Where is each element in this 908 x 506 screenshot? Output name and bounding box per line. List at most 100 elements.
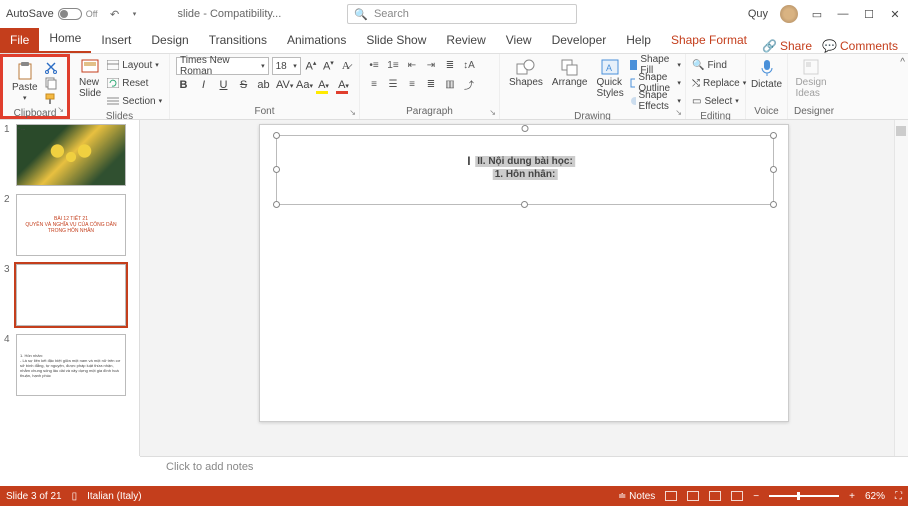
textbox-selection[interactable]: II. Nội dung bài học: 1. Hôn nhân: <box>276 135 774 205</box>
comments-button[interactable]: 💬Comments <box>822 39 898 53</box>
indent-inc-icon[interactable]: ⇥ <box>423 57 439 73</box>
thumbnail-4[interactable]: 4 1. Hôn nhân: - Là sự liên kết đặc biệt… <box>4 334 135 396</box>
arrange-button[interactable]: Arrange <box>549 57 591 89</box>
tab-developer[interactable]: Developer <box>542 28 617 53</box>
reading-view-icon[interactable] <box>709 491 721 501</box>
italic-button[interactable]: I <box>196 79 211 91</box>
font-name-input[interactable]: Times New Roman▾ <box>176 57 269 75</box>
copy-icon[interactable] <box>44 76 58 90</box>
autosave-toggle[interactable]: AutoSave Off <box>6 8 98 20</box>
find-button[interactable]: 🔍Find <box>692 57 739 73</box>
align-center-icon[interactable]: ☰ <box>385 76 401 92</box>
ribbon-collapse-icon[interactable]: ^ <box>900 57 905 68</box>
resize-handle[interactable] <box>770 166 777 173</box>
bold-button[interactable]: B <box>176 79 191 91</box>
tab-shape-format[interactable]: Shape Format <box>661 28 757 53</box>
resize-handle[interactable] <box>273 132 280 139</box>
thumbnail-3[interactable]: 3 • ... <box>4 264 135 326</box>
case-button[interactable]: Aa▾ <box>296 79 311 91</box>
tab-slideshow[interactable]: Slide Show <box>356 28 436 53</box>
tab-insert[interactable]: Insert <box>91 28 141 53</box>
slide-canvas[interactable]: II. Nội dung bài học: 1. Hôn nhân: <box>140 120 908 456</box>
avatar[interactable] <box>780 5 798 23</box>
paste-button[interactable]: Paste ▾ <box>9 60 41 103</box>
zoom-value[interactable]: 62% <box>865 491 885 502</box>
maximize-icon[interactable]: ☐ <box>862 7 876 21</box>
redo-dropdown-icon[interactable]: ▾ <box>128 7 142 21</box>
tab-transitions[interactable]: Transitions <box>199 28 277 53</box>
new-slide-button[interactable]: New Slide <box>76 57 104 100</box>
numbering-icon[interactable]: 1≡ <box>385 57 401 73</box>
language-status[interactable]: Italian (Italy) <box>87 491 141 502</box>
strike-button[interactable]: S <box>236 79 251 91</box>
resize-handle[interactable] <box>273 201 280 208</box>
cut-icon[interactable] <box>44 60 58 74</box>
shape-fill-button[interactable]: Shape Fill▾ <box>630 57 681 73</box>
thumbnail-2[interactable]: 2 BÀI 12 TIẾT 21 QUYỀN VÀ NGHĨA VỤ CỦA C… <box>4 194 135 256</box>
tab-review[interactable]: Review <box>436 28 495 53</box>
sorter-view-icon[interactable] <box>687 491 699 501</box>
paragraph-launcher[interactable]: ↘ <box>489 108 496 117</box>
notes-pane[interactable]: Click to add notes <box>140 456 908 486</box>
font-color-button[interactable]: A▾ <box>336 79 351 91</box>
tab-home[interactable]: Home <box>39 26 91 53</box>
dictate-button[interactable]: Dictate <box>752 57 781 91</box>
smartart-icon[interactable]: ⤴ <box>461 76 477 92</box>
align-left-icon[interactable]: ≡ <box>366 76 382 92</box>
accessibility-icon[interactable]: ▯ <box>72 491 78 502</box>
notes-toggle[interactable]: ≐ Notes <box>618 491 655 502</box>
format-painter-icon[interactable] <box>44 92 58 106</box>
rotate-handle[interactable] <box>522 125 529 132</box>
decrease-font-icon[interactable]: A▾ <box>321 59 335 73</box>
clipboard-launcher[interactable]: ↘ <box>57 105 64 114</box>
bullets-icon[interactable]: •≡ <box>366 57 382 73</box>
close-icon[interactable]: ✕ <box>888 7 902 21</box>
slide-counter[interactable]: Slide 3 of 21 <box>6 491 62 502</box>
shapes-button[interactable]: Shapes <box>506 57 546 89</box>
undo-icon[interactable]: ↶ <box>108 7 122 21</box>
slide-text-2[interactable]: 1. Hôn nhân: <box>493 169 558 180</box>
search-box[interactable]: 🔍 Search <box>347 4 577 24</box>
reset-button[interactable]: Reset <box>107 75 162 91</box>
normal-view-icon[interactable] <box>665 491 677 501</box>
fit-window-icon[interactable]: ⛶ <box>895 491 902 502</box>
zoom-in-icon[interactable]: + <box>849 491 855 502</box>
zoom-out-icon[interactable]: − <box>753 491 759 502</box>
replace-button[interactable]: ⤭Replace▾ <box>692 75 739 91</box>
tab-file[interactable]: File <box>0 28 39 53</box>
section-button[interactable]: Section▾ <box>107 93 162 109</box>
font-size-input[interactable]: 18▾ <box>272 57 301 75</box>
resize-handle[interactable] <box>770 132 777 139</box>
slideshow-view-icon[interactable] <box>731 491 743 501</box>
shape-effects-button[interactable]: Shape Effects▾ <box>630 93 681 109</box>
ribbon-mode-icon[interactable]: ▭ <box>810 7 824 21</box>
resize-handle[interactable] <box>273 166 280 173</box>
layout-button[interactable]: Layout▾ <box>107 57 162 73</box>
thumbnail-pane[interactable]: 1 2 BÀI 12 TIẾT 21 QUYỀN VÀ NGHĨA VỤ CỦA… <box>0 120 140 456</box>
tab-help[interactable]: Help <box>616 28 661 53</box>
resize-handle[interactable] <box>521 201 528 208</box>
line-spacing-icon[interactable]: ≣ <box>442 57 458 73</box>
align-right-icon[interactable]: ≡ <box>404 76 420 92</box>
thumbnail-1[interactable]: 1 <box>4 124 135 186</box>
minimize-icon[interactable]: — <box>836 7 850 21</box>
slide-text-1[interactable]: II. Nội dung bài học: <box>475 156 575 167</box>
indent-dec-icon[interactable]: ⇤ <box>404 57 420 73</box>
tab-design[interactable]: Design <box>141 28 198 53</box>
justify-icon[interactable]: ≣ <box>423 76 439 92</box>
design-ideas-button[interactable]: Design Ideas <box>794 57 828 100</box>
text-direction-icon[interactable]: ↕A <box>461 57 477 73</box>
tab-view[interactable]: View <box>496 28 542 53</box>
highlight-button[interactable]: A▾ <box>316 79 331 91</box>
shadow-button[interactable]: ab <box>256 79 271 91</box>
zoom-slider[interactable] <box>769 495 839 497</box>
resize-handle[interactable] <box>770 201 777 208</box>
share-button[interactable]: 🔗Share <box>762 39 812 53</box>
shape-outline-button[interactable]: Shape Outline▾ <box>630 75 681 91</box>
tab-animations[interactable]: Animations <box>277 28 356 53</box>
quick-styles-button[interactable]: AQuick Styles <box>594 57 627 100</box>
select-button[interactable]: ▭Select▾ <box>692 93 739 109</box>
columns-icon[interactable]: ▥ <box>442 76 458 92</box>
drawing-launcher[interactable]: ↘ <box>675 108 682 117</box>
font-launcher[interactable]: ↘ <box>349 108 356 117</box>
